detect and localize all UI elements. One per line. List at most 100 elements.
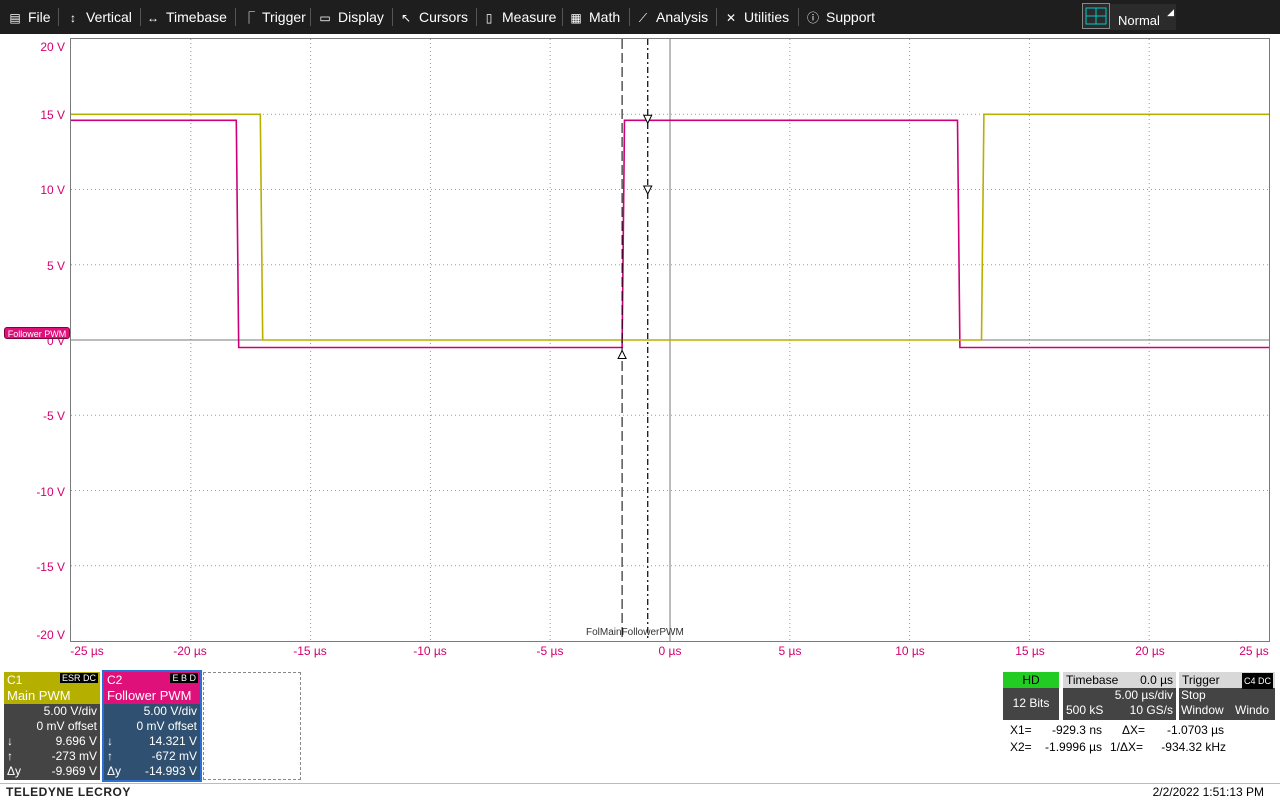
x2-label: X2= — [1010, 740, 1032, 754]
dx-label: ΔX= — [1122, 723, 1146, 737]
cursor-row-x1: X1= -929.3 ns ΔX= -1.0703 µs — [1008, 722, 1268, 739]
channel-id: C2 — [107, 673, 123, 687]
cursor-up-value: -273 mV — [51, 749, 97, 763]
trigger-icon: ⎾ — [242, 11, 255, 25]
x-tick-label: -20 µs — [173, 644, 207, 658]
menu-divider — [716, 8, 717, 26]
channel-c1-descriptor[interactable]: C1 ESR DC Main PWM 5.00 V/div 0 mV offse… — [4, 672, 100, 780]
display-icon: ▭ — [319, 11, 331, 25]
trigger-source-badges: C4 DC — [1241, 673, 1273, 689]
trigger-type-row: Window Windo — [1179, 703, 1275, 718]
cursor-down-value: 14.321 V — [148, 734, 197, 748]
timebase-label: Timebase — [1066, 673, 1119, 687]
sample-count: 500 kS — [1066, 703, 1104, 717]
acquisition-mode-button[interactable]: Normal ◢ — [1110, 4, 1176, 30]
timebase-header: Timebase 0.0 µs — [1063, 672, 1176, 688]
menu-utilities[interactable]: ✕ Utilities — [724, 0, 789, 34]
channel-name: Main PWM — [7, 688, 71, 703]
cursor-marker-icon — [642, 114, 653, 125]
hd-label: HD — [1003, 672, 1059, 688]
x-tick-label: 20 µs — [1135, 644, 1165, 658]
timebase-descriptor[interactable]: Timebase 0.0 µs 5.00 µs/div 500 kS 10 GS… — [1063, 672, 1176, 720]
status-footer: TELEDYNE LECROY 2/2/2022 1:51:13 PM — [0, 783, 1280, 801]
channel-coupling-badges: ESR DC — [59, 673, 98, 683]
menu-trigger[interactable]: ⎾ Trigger — [242, 0, 306, 34]
x1-label: X1= — [1010, 723, 1032, 737]
menu-file[interactable]: ▤ File — [8, 0, 50, 34]
hd-descriptor[interactable]: HD 12 Bits — [1003, 672, 1059, 720]
down-arrow-icon: ↓ — [7, 734, 13, 748]
timebase-delay: 0.0 µs — [1140, 673, 1173, 687]
follower-pwm-level-marker[interactable]: Follower PWM — [4, 327, 70, 339]
channel-c2-header: C2 E B D Follower PWM — [104, 672, 200, 704]
menu-measure[interactable]: ▯ Measure — [482, 0, 557, 34]
channel-c1-header: C1 ESR DC Main PWM — [4, 672, 100, 704]
menu-divider — [629, 8, 630, 26]
y-tick-label: 15 V — [40, 108, 65, 122]
vertical-icon: ↕ — [70, 11, 76, 25]
grid-icon — [1085, 7, 1107, 25]
x-tick-label: -5 µs — [536, 644, 564, 658]
display-mode-icon[interactable] — [1082, 3, 1110, 29]
channel-c2-descriptor[interactable]: C2 E B D Follower PWM 5.00 V/div 0 mV of… — [102, 670, 202, 782]
x-tick-label: -15 µs — [293, 644, 327, 658]
y-tick-label: 10 V — [40, 183, 65, 197]
channel-c2-values: 5.00 V/div 0 mV offset ↓ 14.321 V ↑ -672 m… — [104, 704, 200, 780]
file-icon: ▤ — [9, 11, 21, 25]
y-tick-label: -20 V — [36, 628, 65, 642]
timebase-div: 5.00 µs/div — [1114, 688, 1173, 702]
x1-value: -929.3 ns — [1051, 723, 1102, 737]
menu-divider — [140, 8, 141, 26]
volts-per-div: 5.00 V/div — [43, 704, 97, 718]
x-tick-label: 0 µs — [658, 644, 682, 658]
menu-display[interactable]: ▭ Display — [318, 0, 384, 34]
x-tick-label: 25 µs — [1239, 644, 1269, 658]
delta-y-value: -9.969 V — [51, 764, 97, 778]
menu-analysis[interactable]: ⟋ Analysis — [636, 0, 708, 34]
date-time: 2/2/2022 1:51:13 PM — [1152, 785, 1264, 799]
cursor-marker-icon — [617, 349, 627, 360]
menu-divider — [476, 8, 477, 26]
trigger-type: Window — [1181, 703, 1224, 717]
x-tick-label: 15 µs — [1015, 644, 1045, 658]
menu-math[interactable]: ▦ Math — [569, 0, 620, 34]
delta-y-value: -14.993 V — [144, 764, 197, 778]
cursor-readout: X1= -929.3 ns ΔX= -1.0703 µs X2= -1.9996… — [1008, 722, 1268, 756]
y-tick-label: -15 V — [36, 560, 65, 574]
trigger-label: Trigger — [1182, 673, 1220, 687]
up-arrow-icon: ↑ — [107, 749, 113, 763]
trigger-descriptor[interactable]: Trigger C4 DC Stop Window Windo — [1179, 672, 1275, 720]
waveform-svg — [71, 39, 1269, 641]
x2-value: -1.9996 µs — [1045, 740, 1102, 754]
trace-label-overlap: FolMainFollowerPWM — [586, 627, 684, 638]
cursor-up-value: -672 mV — [151, 749, 197, 763]
analysis-icon: ⟋ — [638, 11, 648, 25]
channel-name: Follower PWM — [107, 688, 192, 703]
waveform-grid[interactable] — [70, 38, 1270, 642]
y-tick-label: 20 V — [40, 40, 65, 54]
x-tick-label: 5 µs — [778, 644, 802, 658]
corner-arrow-icon: ◢ — [1167, 7, 1174, 17]
trigger-mode: Stop — [1181, 688, 1206, 702]
timebase-icon: ↔ — [147, 11, 159, 25]
x-tick-label: -10 µs — [413, 644, 447, 658]
x-tick-label: 10 µs — [895, 644, 925, 658]
menu-timebase[interactable]: ↔ Timebase — [146, 0, 227, 34]
measure-icon: ▯ — [485, 11, 493, 25]
math-icon: ▦ — [570, 11, 582, 25]
down-arrow-icon: ↓ — [107, 734, 113, 748]
menu-vertical[interactable]: ↕ Vertical — [66, 0, 132, 34]
inverse-dx-value: -934.32 kHz — [1161, 740, 1226, 754]
cursor-marker-icon — [642, 185, 653, 196]
menu-support[interactable]: ⓘ Support — [806, 0, 875, 34]
channel-c1-values: 5.00 V/div 0 mV offset ↓ 9.696 V ↑ -273 mV… — [4, 704, 100, 780]
inverse-dx-label: 1/ΔX= — [1110, 740, 1144, 754]
menu-divider — [310, 8, 311, 26]
empty-descriptor-slot[interactable] — [203, 672, 301, 780]
y-tick-label: -5 V — [42, 409, 65, 423]
trigger-type-secondary: Windo — [1235, 703, 1270, 717]
y-tick-label: 5 V — [46, 259, 65, 273]
up-arrow-icon: ↑ — [7, 749, 13, 763]
menu-bar: ▤ File ↕ Vertical ↔ Timebase ⎾ Trigger ▭ Disp… — [0, 0, 1280, 34]
menu-cursors[interactable]: ↖ Cursors — [399, 0, 468, 34]
